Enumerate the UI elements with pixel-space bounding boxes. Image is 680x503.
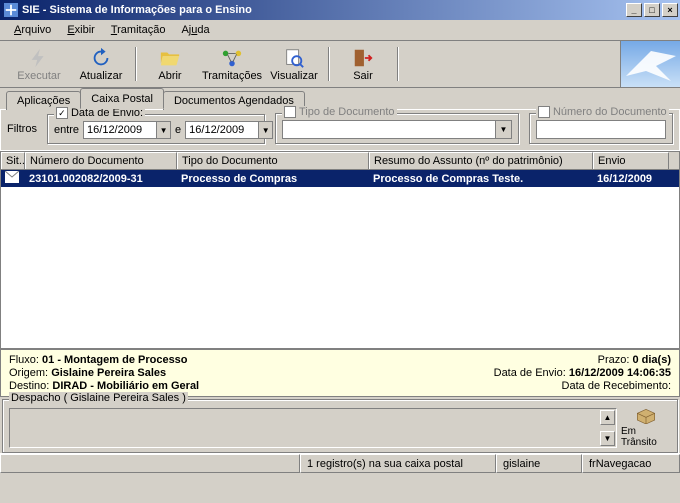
data-envio-checkbox[interactable]: ✓ <box>56 107 68 119</box>
tipo-documento-checkbox[interactable] <box>284 106 296 118</box>
chevron-down-icon[interactable]: ▼ <box>258 122 272 138</box>
numero-documento-input[interactable] <box>536 120 666 139</box>
numero-documento-group: Número do Documento <box>529 113 673 144</box>
col-numero[interactable]: Número do Documento <box>25 152 177 169</box>
date-to-input[interactable]: ▼ <box>185 121 273 139</box>
lightning-icon <box>28 47 50 69</box>
tipo-documento-group: Tipo de Documento ▼ <box>275 113 519 144</box>
package-icon <box>631 408 661 424</box>
sair-button[interactable]: Sair <box>332 43 394 85</box>
menu-ajuda[interactable]: Ajuda <box>173 22 217 38</box>
despacho-textarea[interactable]: ▲ ▼ <box>9 408 617 448</box>
documents-grid: Sit... Número do Documento Tipo do Docum… <box>0 151 680 349</box>
tipo-documento-combo[interactable]: ▼ <box>282 120 512 139</box>
titlebar: SIE - Sistema de Informações para o Ensi… <box>0 0 680 20</box>
scroll-down-button[interactable]: ▼ <box>600 431 615 446</box>
status-form: frNavegacao <box>582 454 680 473</box>
folder-open-icon <box>159 47 181 69</box>
numero-documento-label: Número do Documento <box>553 106 667 118</box>
window-title: SIE - Sistema de Informações para o Ensi… <box>22 4 252 16</box>
executar-button[interactable]: Executar <box>8 43 70 85</box>
menu-tramitacao[interactable]: Tramitação <box>103 22 174 38</box>
visualizar-button[interactable]: Visualizar <box>263 43 325 85</box>
filters-label: Filtros <box>7 123 37 135</box>
col-resumo[interactable]: Resumo do Assunto (nº do patrimônio) <box>369 152 593 169</box>
toolbar-area: Executar Atualizar Abrir Tramitações Vis… <box>0 41 680 88</box>
table-row[interactable]: 23101.002082/2009-31 Processo de Compras… <box>1 170 679 187</box>
abrir-button[interactable]: Abrir <box>139 43 201 85</box>
refresh-icon <box>90 47 112 69</box>
flow-icon <box>221 47 243 69</box>
col-sit[interactable]: Sit... <box>1 152 25 169</box>
filters-panel: Filtros ✓ Data de Envio: entre ▼ e ▼ Tip… <box>0 110 680 151</box>
tipo-documento-label: Tipo de Documento <box>299 106 395 118</box>
close-button[interactable]: × <box>662 3 678 17</box>
minimize-button[interactable]: _ <box>626 3 642 17</box>
envelope-icon <box>5 171 19 183</box>
maximize-button[interactable]: □ <box>644 3 660 17</box>
chevron-down-icon[interactable]: ▼ <box>495 121 511 138</box>
cell-numero: 23101.002082/2009-31 <box>25 172 177 186</box>
status-user: gislaine <box>496 454 582 473</box>
app-logo <box>620 41 680 87</box>
tramitacoes-button[interactable]: Tramitações <box>201 43 263 85</box>
col-envio[interactable]: Envio <box>593 152 669 169</box>
cell-tipo: Processo de Compras <box>177 172 369 186</box>
numero-documento-checkbox[interactable] <box>538 106 550 118</box>
details-panel: Fluxo: 01 - Montagem de Processo Prazo: … <box>0 349 680 397</box>
menu-exibir[interactable]: Exibir <box>59 22 103 38</box>
despacho-group: Despacho ( Gislaine Pereira Sales ) ▲ ▼ … <box>2 399 678 453</box>
grid-header: Sit... Número do Documento Tipo do Docum… <box>1 152 679 170</box>
menu-arquivo[interactable]: Arquivo <box>6 22 59 38</box>
toolbar: Executar Atualizar Abrir Tramitações Vis… <box>0 41 620 87</box>
date-from-input[interactable]: ▼ <box>83 121 171 139</box>
transito-status: Em Trânsito <box>621 408 671 448</box>
atualizar-button[interactable]: Atualizar <box>70 43 132 85</box>
app-icon <box>4 3 18 17</box>
preview-icon <box>283 47 305 69</box>
cell-resumo: Processo de Compras Teste. <box>369 172 593 186</box>
despacho-title: Despacho ( Gislaine Pereira Sales ) <box>9 392 188 404</box>
menubar: Arquivo Exibir Tramitação Ajuda <box>0 20 680 41</box>
statusbar: 1 registro(s) na sua caixa postal gislai… <box>0 453 680 473</box>
scroll-up-button[interactable]: ▲ <box>600 410 615 425</box>
exit-icon <box>352 47 374 69</box>
row-status-icon <box>1 170 25 187</box>
data-envio-group: ✓ Data de Envio: entre ▼ e ▼ <box>47 114 265 144</box>
status-empty <box>0 454 300 473</box>
chevron-down-icon[interactable]: ▼ <box>156 122 170 138</box>
tab-caixa-postal[interactable]: Caixa Postal <box>80 88 164 109</box>
cell-envio: 16/12/2009 <box>593 172 669 186</box>
col-tipo[interactable]: Tipo do Documento <box>177 152 369 169</box>
status-count: 1 registro(s) na sua caixa postal <box>300 454 496 473</box>
